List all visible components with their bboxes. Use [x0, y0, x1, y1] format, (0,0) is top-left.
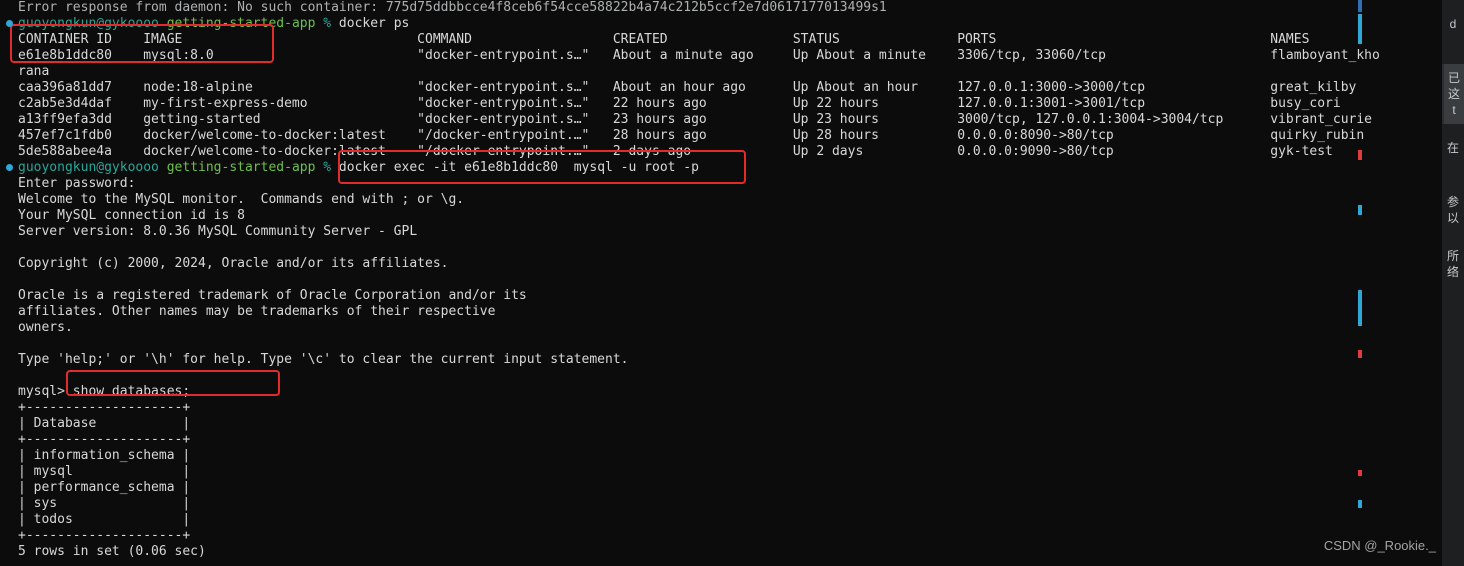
minimap-marker — [1358, 14, 1362, 44]
minimap-marker — [1358, 500, 1362, 508]
ide-sidebar-item[interactable]: d — [1442, 10, 1464, 54]
ide-sidebar-item[interactable]: 已 这 t — [1442, 64, 1464, 124]
prompt-bullet — [6, 164, 13, 171]
terminal-viewport[interactable]: Error response from daemon: No such cont… — [0, 0, 1440, 566]
minimap-marker — [1358, 0, 1362, 12]
minimap-marker — [1358, 150, 1362, 160]
terminal-output[interactable]: Error response from daemon: No such cont… — [0, 0, 1440, 560]
minimap-marker — [1358, 290, 1362, 326]
ide-sidebar[interactable]: d 已 这 t 在参 以所 络 — [1442, 0, 1464, 566]
ide-sidebar-item[interactable]: 参 以 — [1442, 188, 1464, 232]
ide-sidebar-item[interactable]: 在 — [1442, 134, 1464, 178]
minimap-marker — [1358, 205, 1362, 215]
minimap-marker — [1358, 470, 1362, 476]
minimap-marker — [1358, 350, 1362, 358]
prompt-bullet — [6, 20, 13, 27]
ide-sidebar-item[interactable]: 所 络 — [1442, 242, 1464, 286]
minimap-scrollbar[interactable] — [1356, 0, 1366, 566]
